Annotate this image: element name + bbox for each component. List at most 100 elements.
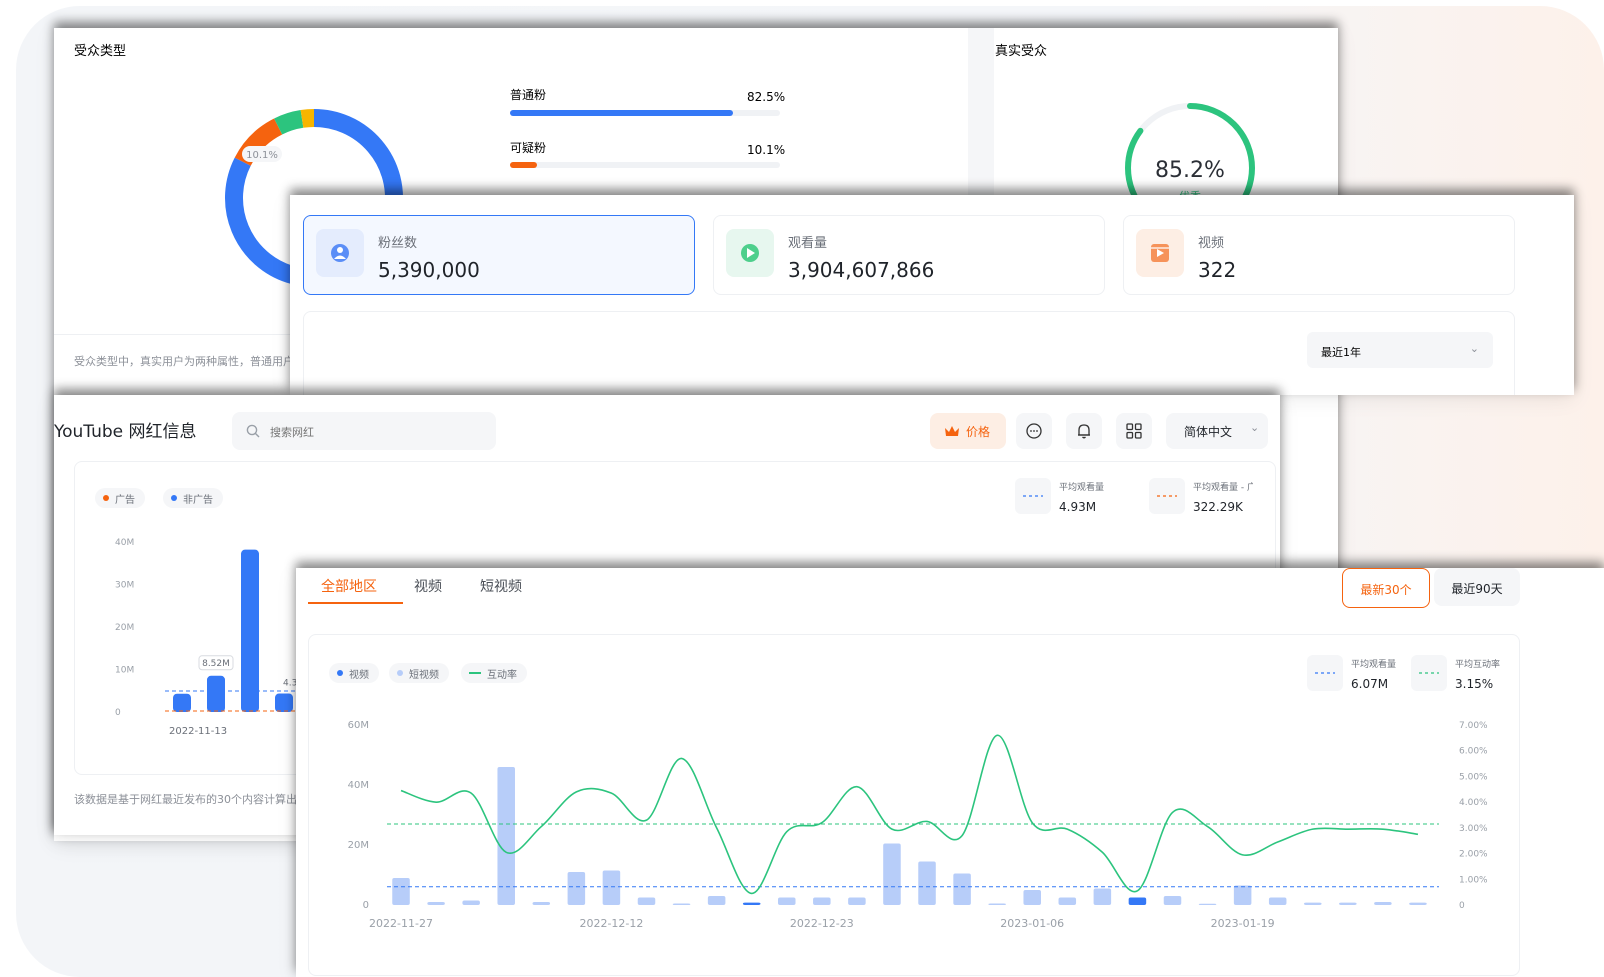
message-button[interactable] (1016, 413, 1052, 449)
region-bar (1339, 902, 1357, 905)
avg-views-label: 平均观看量 (1351, 660, 1397, 670)
donut-segment (274, 110, 304, 135)
stat-value: 3,904,607,866 (788, 258, 935, 282)
bar-label-suspicious: 可疑粉 (510, 141, 547, 155)
bar-label-normal: 普通粉 (510, 88, 547, 102)
tab-video[interactable]: 视频 (414, 576, 442, 596)
region-bar (1163, 896, 1182, 905)
tab-shorts[interactable]: 短视频 (480, 576, 522, 596)
grid-icon (1126, 423, 1142, 439)
region-card: 全部地区 视频 短视频 最新30个 最近90天 视频 短视频 互动率 平均观看量… (296, 568, 1604, 977)
price-label: 价格 (966, 425, 991, 439)
region-bar (1093, 888, 1112, 905)
y2-tick-label: 0 (1459, 901, 1465, 911)
region-bar (813, 897, 831, 905)
price-button[interactable]: 价格 (930, 413, 1006, 449)
crown-icon (945, 426, 959, 436)
legend-engagement[interactable]: 互动率 (461, 663, 527, 683)
x-tick-label: 2023-01-06 (1000, 917, 1064, 930)
region-bar (392, 878, 410, 905)
region-bar (1198, 903, 1217, 905)
avg-engagement-icon (1411, 655, 1447, 691)
active-tab-underline (308, 602, 403, 604)
legend-label: 短视频 (409, 669, 439, 681)
x-tick-label: 2022-11-27 (369, 917, 433, 930)
language-select[interactable]: 简体中文 ⌄ (1166, 413, 1268, 449)
region-bar (1058, 897, 1077, 905)
y-tick-label: 40M (348, 780, 369, 791)
stats-card: 粉丝数 5,390,000 观看量 3,904,607,866 视频 322 最… (290, 195, 1574, 395)
region-bar (532, 902, 551, 905)
legend-label: 视频 (349, 669, 369, 681)
avg-views-icon (1307, 655, 1343, 691)
message-icon (1026, 423, 1042, 439)
y2-tick-label: 4.00% (1459, 798, 1488, 808)
notification-button[interactable] (1066, 413, 1102, 449)
data-label: 8.52M (202, 659, 230, 669)
chart-container: 最近1年 ⌄ (303, 311, 1515, 395)
x-tick-label: 2022-12-23 (790, 917, 854, 930)
donut-segment (300, 109, 315, 128)
y2-tick-label: 3.00% (1459, 824, 1488, 834)
chevron-down-icon: ⌄ (1469, 342, 1479, 355)
y-tick-label: 30M (115, 581, 134, 591)
toggle-label: 最新30个 (1360, 583, 1412, 597)
range-select[interactable]: 最近1年 ⌄ (1307, 332, 1493, 368)
legend-shorts[interactable]: 短视频 (389, 663, 449, 683)
y2-tick-label: 5.00% (1459, 772, 1488, 782)
region-bar (1409, 902, 1427, 905)
region-bar (1374, 902, 1392, 905)
y-tick-label: 20M (348, 840, 369, 851)
x-tick-label: 2022-12-12 (579, 917, 643, 930)
region-bar (848, 897, 866, 905)
toggle-latest-30[interactable]: 最新30个 (1342, 568, 1430, 608)
data-label-group: 8.52M (198, 655, 234, 671)
avg-views-value: 6.07M (1351, 677, 1389, 691)
y-tick-label: 10M (115, 666, 134, 676)
apps-button[interactable] (1116, 413, 1152, 449)
search-input[interactable] (268, 421, 482, 443)
donut-callout-label: 10.1% (246, 150, 278, 161)
bar-track-suspicious (510, 162, 780, 168)
language-label: 简体中文 (1184, 425, 1233, 439)
bar-value-normal: 82.5% (747, 90, 786, 104)
region-bar (602, 870, 621, 905)
region-bar (883, 843, 901, 905)
region-bar (1128, 897, 1147, 905)
region-bar (1023, 890, 1041, 905)
avg-views-value: 4.93M (1059, 500, 1097, 514)
y2-tick-label: 7.00% (1459, 721, 1488, 731)
avg-engagement-label: 平均互动率 (1455, 660, 1501, 670)
region-bar (777, 897, 796, 905)
search-field[interactable] (232, 412, 496, 450)
stat-videos[interactable]: 视频 322 (1123, 215, 1515, 295)
legend-video[interactable]: 视频 (329, 663, 379, 683)
tab-all-regions[interactable]: 全部地区 (321, 576, 377, 596)
toggle-last-90[interactable]: 最近90天 (1434, 568, 1520, 606)
toggle-label: 最近90天 (1451, 582, 1503, 596)
stat-label: 观看量 (788, 236, 828, 251)
y-tick-label: 20M (115, 623, 134, 633)
stat-value: 322 (1198, 258, 1237, 282)
region-bar (988, 903, 1006, 905)
y-tick-label: 40M (115, 538, 134, 548)
avg-views-ad-icon (1149, 478, 1185, 514)
x-tick-label: 2023-01-19 (1211, 917, 1275, 930)
audience-type-title: 受众类型 (74, 44, 127, 59)
region-bar (427, 902, 445, 905)
stat-label: 粉丝数 (378, 236, 418, 251)
bar-value-suspicious: 10.1% (747, 143, 786, 157)
y2-tick-label: 1.00% (1459, 875, 1488, 885)
legend-ad[interactable]: 广告 (95, 488, 145, 508)
bar-fill-normal (510, 110, 733, 116)
bar-fill-suspicious (510, 162, 538, 168)
legend-non-ad[interactable]: 非广告 (163, 488, 223, 508)
stat-views[interactable]: 观看量 3,904,607,866 (713, 215, 1105, 295)
y-tick-label: 0 (115, 708, 121, 718)
legend-dot (397, 670, 403, 676)
stat-value: 5,390,000 (378, 258, 480, 282)
stat-followers[interactable]: 粉丝数 5,390,000 (303, 215, 695, 295)
region-bar (672, 903, 691, 905)
video-icon (1136, 229, 1184, 277)
legend-dot (103, 495, 109, 501)
